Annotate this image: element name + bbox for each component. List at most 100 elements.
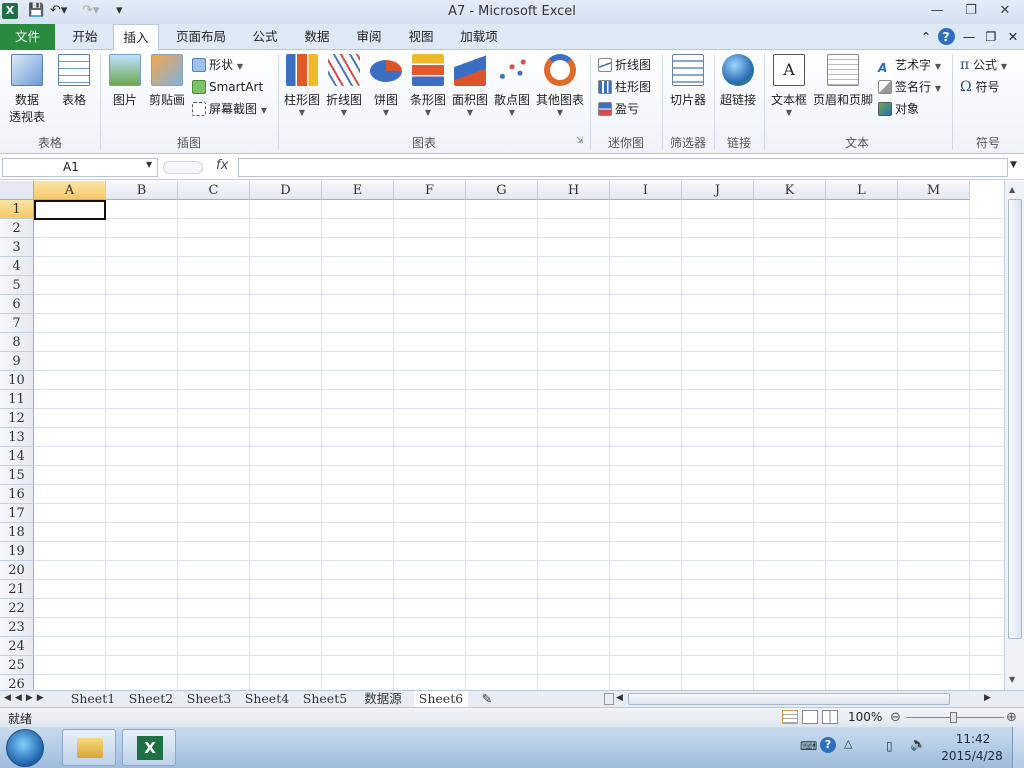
row-header-2[interactable]: 2 — [0, 219, 34, 238]
screenshot-button[interactable]: 屏幕截图 ▼ — [192, 100, 267, 118]
name-box[interactable]: A1 — [2, 158, 158, 177]
tab-review[interactable]: 审阅 — [347, 24, 391, 50]
insert-sheet-icon[interactable]: ✎ — [476, 691, 498, 707]
smartart-button[interactable]: SmartArt — [192, 78, 263, 96]
column-header-d[interactable]: D — [250, 181, 322, 200]
hyperlink-button[interactable]: 超链接 — [716, 54, 760, 109]
row-header-12[interactable]: 12 — [0, 409, 34, 428]
header-footer-button[interactable]: 页眉和页脚 — [812, 54, 874, 109]
restore-icon[interactable]: ❐ — [956, 2, 986, 20]
help-tray-icon[interactable]: ? — [820, 737, 836, 753]
formula-input[interactable] — [238, 158, 1008, 177]
row-header-22[interactable]: 22 — [0, 599, 34, 618]
column-header-g[interactable]: G — [466, 181, 538, 200]
column-header-f[interactable]: F — [394, 181, 466, 200]
row-header-20[interactable]: 20 — [0, 561, 34, 580]
row-header-7[interactable]: 7 — [0, 314, 34, 333]
doc-restore-icon[interactable]: ❐ — [982, 24, 1000, 50]
signature-line-button[interactable]: 签名行 ▼ — [878, 78, 941, 96]
other-charts-button[interactable]: 其他图表 ▼ — [534, 54, 586, 117]
help-icon[interactable]: ? — [936, 24, 956, 50]
symbol-button[interactable]: Ω 符号 — [960, 78, 999, 96]
horizontal-scroll-thumb[interactable] — [628, 693, 950, 705]
column-header-h[interactable]: H — [538, 181, 610, 200]
chart-dialog-launcher-icon[interactable]: ⇲ — [576, 136, 584, 146]
slicer-button[interactable]: 切片器 — [666, 54, 710, 109]
sheet-tab-datasource[interactable]: 数据源 — [356, 691, 410, 707]
sparkline-line-button[interactable]: 折线图 — [598, 56, 651, 74]
column-header-l[interactable]: L — [826, 181, 898, 200]
tab-home[interactable]: 开始 — [60, 24, 110, 50]
area-chart-button[interactable]: 面积图 ▼ — [450, 54, 490, 117]
column-header-e[interactable]: E — [322, 181, 394, 200]
formula-bar-resize-handle[interactable] — [163, 161, 203, 174]
page-layout-view-icon[interactable] — [802, 710, 818, 724]
column-header-m[interactable]: M — [898, 181, 970, 200]
column-header-k[interactable]: K — [754, 181, 826, 200]
column-header-a[interactable]: A — [34, 181, 106, 200]
column-chart-button[interactable]: 柱形图 ▼ — [282, 54, 322, 117]
column-header-b[interactable]: B — [106, 181, 178, 200]
row-header-24[interactable]: 24 — [0, 637, 34, 656]
textbox-button[interactable]: A 文本框 ▼ — [768, 54, 810, 117]
zoom-level[interactable]: 100% — [848, 710, 882, 724]
vertical-scroll-thumb[interactable] — [1008, 199, 1022, 639]
normal-view-icon[interactable] — [782, 710, 798, 724]
minimize-icon[interactable]: — — [922, 2, 952, 20]
insert-function-icon[interactable]: fx — [216, 158, 228, 173]
close-icon[interactable]: ✕ — [990, 2, 1020, 20]
row-header-15[interactable]: 15 — [0, 466, 34, 485]
row-header-25[interactable]: 25 — [0, 656, 34, 675]
object-button[interactable]: 对象 — [878, 100, 919, 118]
zoom-slider-thumb[interactable] — [950, 712, 957, 723]
row-header-1[interactable]: 1 — [0, 200, 34, 219]
row-header-19[interactable]: 19 — [0, 542, 34, 561]
row-header-18[interactable]: 18 — [0, 523, 34, 542]
sheet-tab-6[interactable]: Sheet6 — [414, 691, 468, 707]
sheet-tab-4[interactable]: Sheet4 — [240, 691, 294, 707]
clock-date[interactable]: 2015/4/28 — [938, 749, 1006, 763]
vertical-scrollbar[interactable]: ▲ ▼ — [1004, 181, 1024, 691]
active-cell-a1[interactable] — [34, 200, 106, 220]
row-header-5[interactable]: 5 — [0, 276, 34, 295]
doc-minimize-icon[interactable]: — — [960, 24, 978, 50]
expand-formula-bar-icon[interactable]: ▼ — [1010, 160, 1017, 170]
sheet-tab-1[interactable]: Sheet1 — [66, 691, 120, 707]
row-header-13[interactable]: 13 — [0, 428, 34, 447]
bar-chart-button[interactable]: 条形图 ▼ — [408, 54, 448, 117]
row-header-23[interactable]: 23 — [0, 618, 34, 637]
tab-page-layout[interactable]: 页面布局 — [168, 24, 234, 50]
column-header-i[interactable]: I — [610, 181, 682, 200]
scroll-down-icon[interactable]: ▼ — [1009, 675, 1015, 684]
clipart-button[interactable]: 剪贴画 — [146, 54, 188, 109]
sparkline-winloss-button[interactable]: 盈亏 — [598, 100, 639, 118]
doc-close-icon[interactable]: ✕ — [1004, 24, 1022, 50]
tray-overflow-icon[interactable]: △ — [844, 737, 852, 750]
sheet-tab-5[interactable]: Sheet5 — [298, 691, 352, 707]
name-box-dropdown-icon[interactable]: ▼ — [146, 160, 152, 169]
scroll-right-icon[interactable]: ▶ — [984, 693, 991, 703]
sparkline-column-button[interactable]: 柱形图 — [598, 78, 651, 96]
row-header-26[interactable]: 26 — [0, 675, 34, 691]
column-header-j[interactable]: J — [682, 181, 754, 200]
page-break-view-icon[interactable] — [822, 710, 838, 724]
table-button[interactable]: 表格 — [54, 54, 94, 109]
network-icon[interactable]: ▯ — [886, 739, 893, 753]
picture-button[interactable]: 图片 — [106, 54, 144, 109]
tab-insert[interactable]: 插入 — [113, 24, 159, 51]
taskbar-explorer-button[interactable] — [62, 729, 116, 766]
scroll-left-icon[interactable]: ◀ — [616, 693, 623, 703]
row-header-9[interactable]: 9 — [0, 352, 34, 371]
pie-chart-button[interactable]: 饼图 ▼ — [368, 54, 404, 117]
show-desktop-button[interactable] — [1012, 727, 1024, 768]
tab-formulas[interactable]: 公式 — [243, 24, 287, 50]
taskbar-excel-button[interactable]: X — [122, 729, 176, 766]
tab-data[interactable]: 数据 — [295, 24, 339, 50]
pivot-table-button[interactable]: 数据 透视表 — [4, 54, 50, 126]
row-header-3[interactable]: 3 — [0, 238, 34, 257]
row-header-16[interactable]: 16 — [0, 485, 34, 504]
collapse-ribbon-icon[interactable]: ⌃ — [918, 24, 934, 50]
row-header-14[interactable]: 14 — [0, 447, 34, 466]
column-header-c[interactable]: C — [178, 181, 250, 200]
volume-icon[interactable]: 🔈 — [910, 737, 926, 752]
